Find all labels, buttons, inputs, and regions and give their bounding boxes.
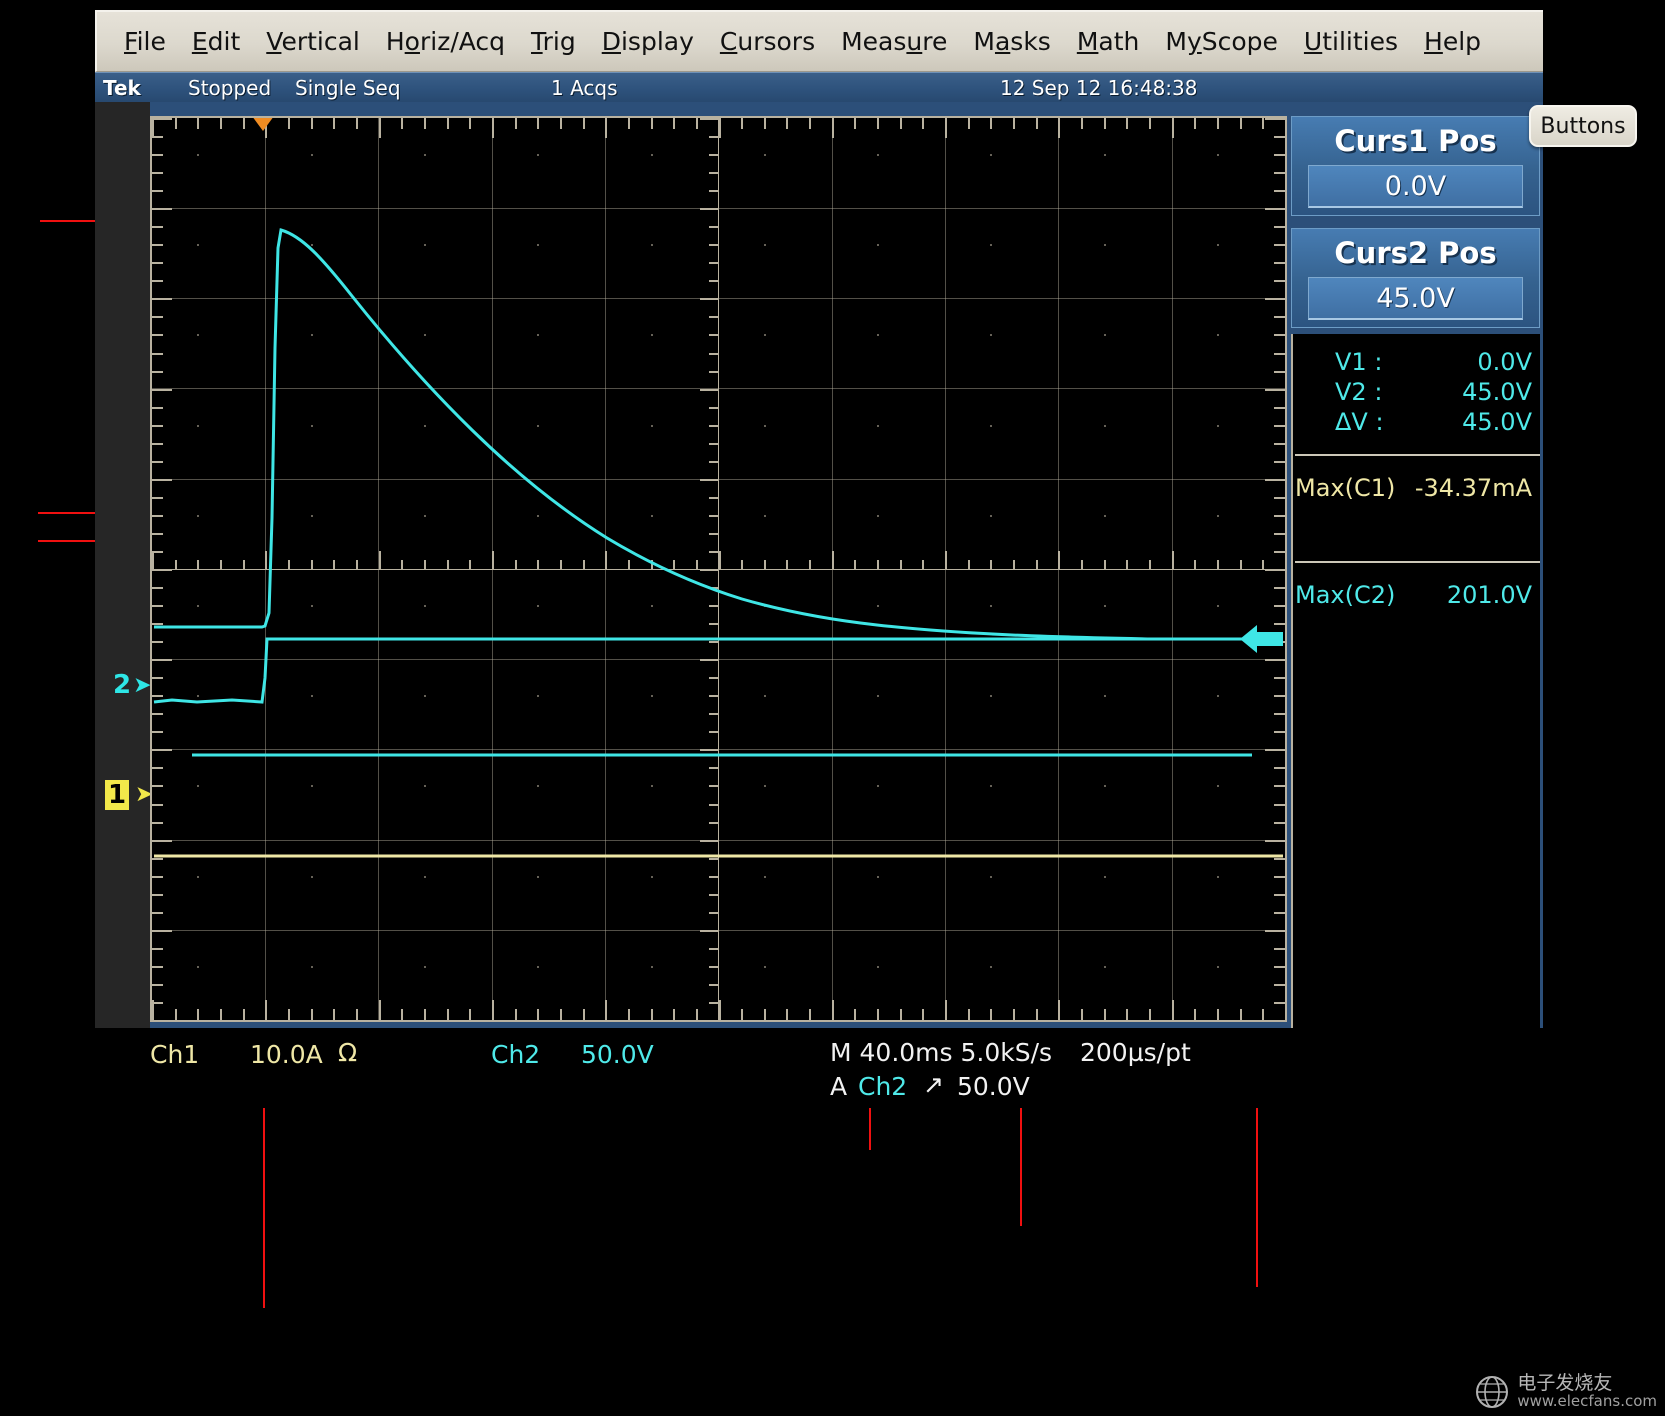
measurement-max-c2-value: 201.0V <box>1447 581 1532 609</box>
readout-v2-value: 45.0V <box>1462 378 1532 406</box>
left-gutter <box>95 102 150 1028</box>
readout-divider-2 <box>1295 561 1540 563</box>
measurement-max-c1-label: Max(C1) <box>1295 474 1395 502</box>
channel-2-marker[interactable]: 2 ➤ <box>113 670 152 700</box>
buttons-pill-label: Buttons <box>1540 114 1625 139</box>
measurement-max-c2-label: Max(C2) <box>1295 581 1395 609</box>
readout-v2-label: V2 : <box>1335 378 1382 406</box>
menu-item-utilities[interactable]: Utilities <box>1291 25 1411 58</box>
cursor-arrow-icon <box>1240 625 1283 653</box>
ch2-name-readout[interactable]: Ch2 <box>491 1040 540 1069</box>
menu-item-vertical[interactable]: Vertical <box>253 25 373 58</box>
readout-row-v1: V1 : 0.0V <box>1293 348 1540 376</box>
acq-count-label: 1 Acqs <box>551 76 618 100</box>
menu-item-edit[interactable]: Edit <box>179 25 253 58</box>
menu-item-myscope[interactable]: MyScope <box>1152 25 1291 58</box>
screenshot-root: File Edit Vertical Horiz/Acq Trig Displa… <box>0 0 1665 1416</box>
menu-item-trig[interactable]: Trig <box>518 25 589 58</box>
menu-bar: File Edit Vertical Horiz/Acq Trig Displa… <box>95 10 1543 72</box>
readout-v1-value: 0.0V <box>1477 348 1532 376</box>
menu-item-file[interactable]: File <box>111 25 179 58</box>
watermark: 电子发烧友 www.elecfans.com <box>1475 1374 1657 1410</box>
menu-item-math[interactable]: Math <box>1064 25 1153 58</box>
trigger-prefix-label: A <box>830 1072 847 1101</box>
brand-label: Tek <box>103 76 141 100</box>
waveform-graticule[interactable] <box>150 116 1287 1022</box>
cursor2-panel[interactable]: Curs2 Pos 45.0V <box>1291 228 1540 328</box>
globe-icon <box>1475 1375 1509 1409</box>
watermark-line-1: 电子发烧友 <box>1517 1374 1657 1394</box>
menu-item-measure[interactable]: Measure <box>828 25 960 58</box>
waveform-traces <box>152 118 1285 1020</box>
menu-item-horiz-acq[interactable]: Horiz/Acq <box>373 25 518 58</box>
menu-item-help[interactable]: Help <box>1411 25 1494 58</box>
readout-row-v2: V2 : 45.0V <box>1293 378 1540 406</box>
trigger-level-label[interactable]: 50.0V <box>957 1072 1030 1101</box>
measurement-row-max-c1[interactable]: Max(C1) -34.37mA <box>1293 474 1540 502</box>
readout-v1-label: V1 : <box>1335 348 1382 376</box>
status-bar: Tek Stopped Single Seq 1 Acqs 12 Sep 12 … <box>95 72 1543 103</box>
menu-item-masks[interactable]: Masks <box>960 25 1063 58</box>
watermark-line-2: www.elecfans.com <box>1517 1394 1657 1410</box>
cursor2-field[interactable]: 45.0V <box>1308 277 1523 320</box>
ch1-name-readout[interactable]: Ch1 <box>150 1040 199 1069</box>
cursor1-panel[interactable]: Curs1 Pos 0.0V <box>1291 116 1540 216</box>
trace-ch2-pulse <box>154 230 1262 639</box>
trace-ch1 <box>154 639 1262 702</box>
readout-dv-label: ΔV : <box>1335 408 1384 436</box>
bottom-readout-strip: Ch1 10.0A Ω Ch2 50.0V M 40.0ms 5.0kS/s 2… <box>95 1028 1543 1108</box>
channel-2-marker-label: 2 <box>113 670 131 700</box>
cursor1-title: Curs1 Pos <box>1292 124 1539 158</box>
channel-2-marker-arrow-icon: ➤ <box>133 673 151 698</box>
ch2-scale-readout[interactable]: 50.0V <box>581 1040 654 1069</box>
acq-mode-label[interactable]: Single Seq <box>295 76 401 100</box>
trigger-slope-icon: ↗ <box>923 1070 944 1099</box>
readout-divider-1 <box>1295 454 1540 456</box>
right-sidebar: Curs1 Pos 0.0V Curs2 Pos 45.0V V1 : 0.0V <box>1288 102 1543 1028</box>
cursor2-title: Curs2 Pos <box>1292 236 1539 270</box>
datetime-label: 12 Sep 12 16:48:38 <box>1000 76 1198 100</box>
cursor1-field[interactable]: 0.0V <box>1308 165 1523 208</box>
trigger-source-label[interactable]: Ch2 <box>858 1072 907 1101</box>
timebase-readout[interactable]: M 40.0ms 5.0kS/s <box>830 1038 1052 1067</box>
channel-1-marker-label: 1 <box>108 780 126 810</box>
measurement-readout-block: V1 : 0.0V V2 : 45.0V ΔV : 45.0V Max(C1) <box>1291 334 1540 1028</box>
run-state-label[interactable]: Stopped <box>188 76 271 100</box>
buttons-pill-button[interactable]: Buttons <box>1529 105 1637 147</box>
display-body: 2 ➤ 1 ➤ <box>95 102 1543 1028</box>
menu-item-cursors[interactable]: Cursors <box>707 25 828 58</box>
resolution-readout: 200µs/pt <box>1080 1038 1191 1067</box>
oscilloscope-window: File Edit Vertical Horiz/Acq Trig Displa… <box>95 10 1543 1108</box>
ch1-coupling-readout[interactable]: Ω <box>338 1038 357 1067</box>
menu-item-display[interactable]: Display <box>589 25 707 58</box>
cursor1-value: 0.0V <box>1385 171 1446 202</box>
channel-1-marker[interactable]: 1 <box>105 780 129 810</box>
readout-row-dv: ΔV : 45.0V <box>1293 408 1540 436</box>
cursor2-value: 45.0V <box>1376 283 1455 314</box>
measurement-max-c1-value: -34.37mA <box>1415 474 1532 502</box>
readout-dv-value: 45.0V <box>1462 408 1532 436</box>
ch1-scale-readout[interactable]: 10.0A <box>250 1040 323 1069</box>
graticule-inner <box>152 118 1285 1020</box>
measurement-row-max-c2[interactable]: Max(C2) 201.0V <box>1293 581 1540 609</box>
